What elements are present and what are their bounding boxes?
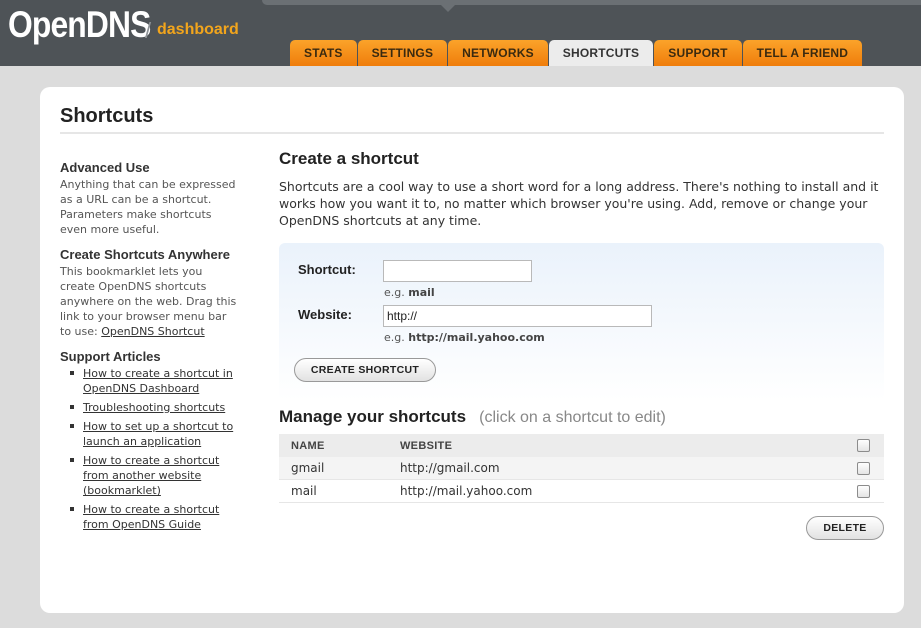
list-item: How to set up a shortcut to launch an ap…	[70, 419, 240, 449]
list-item: How to create a shortcut from another we…	[70, 453, 240, 498]
column-header-name: NAME	[291, 439, 325, 452]
shortcuts-table: NAME WEBSITE gmail http://gmail.com mail…	[279, 434, 884, 503]
header-strip	[262, 0, 921, 5]
website-input[interactable]	[383, 305, 652, 327]
support-articles-list: How to create a shortcut in OpenDNS Dash…	[70, 366, 240, 532]
website-label: Website:	[298, 307, 352, 322]
article-link-bookmarklet[interactable]: How to create a shortcut from another we…	[83, 454, 219, 497]
create-anywhere-heading: Create Shortcuts Anywhere	[60, 247, 231, 262]
create-shortcut-button[interactable]: CREATE SHORTCUT	[294, 358, 436, 382]
list-item: How to create a shortcut from OpenDNS Gu…	[70, 502, 240, 532]
content-card: Shortcuts Advanced Use Anything that can…	[40, 87, 904, 613]
tab-networks[interactable]: NETWORKS	[448, 40, 548, 66]
sidebar: Advanced Use Anything that can be expres…	[60, 160, 240, 536]
shortcut-hint: e.g. mail	[384, 286, 435, 299]
create-shortcut-intro: Shortcuts are a cool way to use a short …	[279, 179, 879, 228]
page-title: Shortcuts	[60, 105, 154, 127]
shortcut-label: Shortcut:	[298, 262, 356, 277]
manage-shortcuts-heading: Manage your shortcuts	[279, 407, 467, 426]
tab-shortcuts[interactable]: SHORTCUTS	[548, 40, 654, 66]
shortcut-hint-example: mail	[408, 286, 435, 299]
manage-shortcuts-subheading: (click on a shortcut to edit)	[479, 409, 666, 426]
website-hint: e.g. http://mail.yahoo.com	[384, 331, 545, 344]
website-hint-example: http://mail.yahoo.com	[408, 331, 545, 344]
shortcut-website[interactable]: http://gmail.com	[400, 461, 500, 475]
list-item: Troubleshooting shortcuts	[70, 400, 240, 415]
shortcut-hint-prefix: e.g.	[384, 286, 405, 299]
manage-shortcuts-header: Manage your shortcuts (click on a shortc…	[279, 407, 666, 427]
website-hint-prefix: e.g.	[384, 331, 405, 344]
table-row[interactable]: gmail http://gmail.com	[279, 457, 884, 480]
create-shortcut-heading: Create a shortcut	[279, 149, 419, 168]
title-divider	[60, 132, 884, 134]
tab-settings[interactable]: SETTINGS	[357, 40, 448, 66]
article-link-launch-application[interactable]: How to set up a shortcut to launch an ap…	[83, 420, 233, 448]
article-link-create-shortcut[interactable]: How to create a shortcut in OpenDNS Dash…	[83, 367, 233, 395]
row-checkbox[interactable]	[857, 485, 870, 498]
article-link-opendns-guide[interactable]: How to create a shortcut from OpenDNS Gu…	[83, 503, 219, 531]
table-header-row: NAME WEBSITE	[279, 434, 884, 457]
tab-stats[interactable]: STATS	[290, 40, 357, 66]
table-row[interactable]: mail http://mail.yahoo.com	[279, 480, 884, 503]
support-articles-heading: Support Articles	[60, 349, 161, 364]
select-all-checkbox[interactable]	[857, 439, 870, 452]
advanced-use-text: Anything that can be expressed as a URL …	[60, 178, 236, 236]
shortcut-name[interactable]: mail	[291, 484, 317, 498]
advanced-use-heading: Advanced Use	[60, 160, 150, 175]
tab-support[interactable]: SUPPORT	[654, 40, 742, 66]
article-link-troubleshooting[interactable]: Troubleshooting shortcuts	[83, 401, 225, 414]
shortcut-name[interactable]: gmail	[291, 461, 324, 475]
shortcut-website[interactable]: http://mail.yahoo.com	[400, 484, 532, 498]
opendns-logo[interactable]: OpenDNS	[8, 4, 151, 46]
logo-subtitle: dashboard	[157, 21, 239, 38]
header-notch	[441, 5, 455, 12]
delete-button[interactable]: DELETE	[806, 516, 884, 540]
shortcut-input[interactable]	[383, 260, 532, 282]
column-header-website: WEBSITE	[400, 439, 453, 452]
create-shortcut-form: Shortcut: e.g. mail Website: e.g. http:/…	[279, 243, 884, 401]
tab-tell-a-friend[interactable]: TELL A FRIEND	[742, 40, 863, 66]
list-item: How to create a shortcut in OpenDNS Dash…	[70, 366, 240, 396]
main-content: Create a shortcut Shortcuts are a cool w…	[279, 149, 884, 540]
main-tabs: STATS SETTINGS NETWORKS SHORTCUTS SUPPOR…	[290, 40, 863, 66]
bookmarklet-link[interactable]: OpenDNS Shortcut	[101, 325, 204, 338]
create-anywhere-text: This bookmarklet lets you create OpenDNS…	[60, 264, 240, 339]
logo-separator: /	[145, 18, 152, 43]
top-header: OpenDNS / dashboard STATS SETTINGS NETWO…	[0, 0, 921, 66]
row-checkbox[interactable]	[857, 462, 870, 475]
